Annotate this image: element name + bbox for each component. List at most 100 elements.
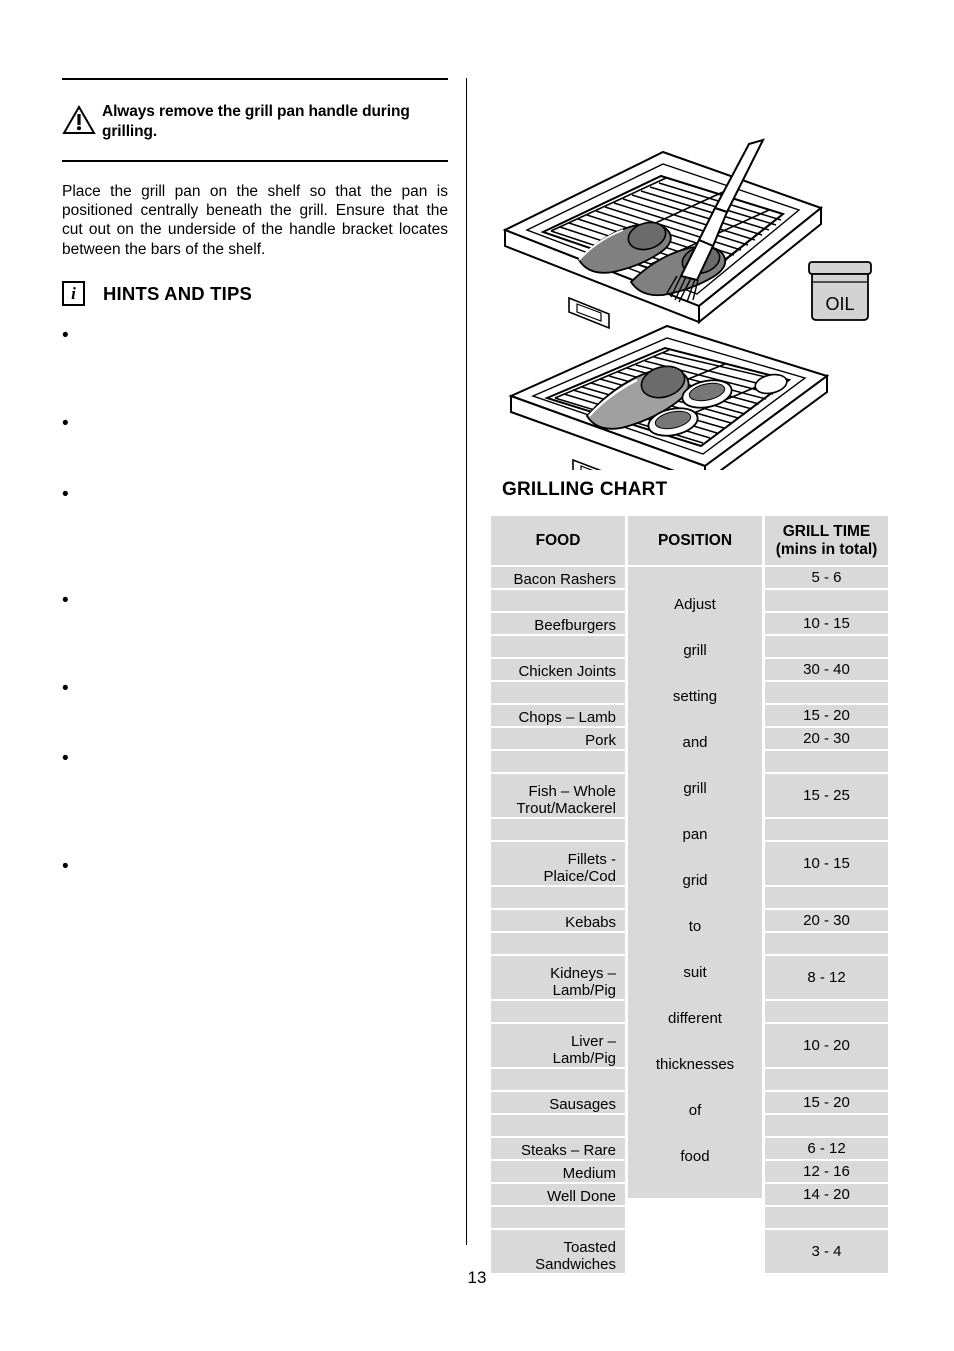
position-word: setting [672, 687, 718, 705]
list-item-label [88, 484, 448, 504]
table-row [491, 1069, 625, 1090]
position-instructions: Adjust grill setting and grill pan grid … [628, 567, 762, 1198]
grilling-chart-table: FOOD Bacon Rashers Beefburgers Chicken J… [491, 516, 888, 1273]
food-label: Beefburgers [534, 616, 616, 634]
food-label: Bacon Rashers [513, 570, 616, 588]
list-item: • [62, 748, 448, 768]
grill-pan-with-brush-and-oil: OIL [502, 138, 872, 330]
grill-time-header-line2: (mins in total) [775, 540, 878, 558]
position-word: thicknesses [655, 1056, 735, 1074]
list-item-label [88, 325, 448, 345]
position-word: food [680, 1148, 710, 1166]
bullet-icon: • [62, 590, 69, 611]
table-row [491, 1207, 625, 1228]
food-label: Pork [585, 731, 616, 749]
grill-time-cell: 10 - 20 [765, 1024, 888, 1067]
grill-time-cell: 15 - 20 [765, 705, 888, 726]
table-row: Liver – Lamb/Pig [491, 1024, 625, 1067]
intro-paragraph: Place the grill pan on the shelf so that… [62, 182, 448, 258]
food-label: Kebabs [565, 913, 616, 931]
bullet-icon: • [62, 484, 69, 505]
list-item-label [88, 413, 448, 433]
table-row: Kidneys – Lamb/Pig [491, 956, 625, 999]
table-row: Chops – Lamb [491, 705, 625, 726]
food-label: Liver – [570, 1032, 616, 1050]
grill-time-cell: 6 - 12 [765, 1138, 888, 1159]
list-item-label [88, 678, 448, 698]
grill-time-cell [765, 1115, 888, 1136]
list-item-label [88, 856, 448, 876]
food-label: Chops – Lamb [518, 708, 616, 726]
rule-below-warning [62, 159, 448, 162]
warning-triangle-icon [62, 102, 102, 140]
grill-time-cell [765, 1207, 888, 1228]
figures-area: OIL [491, 130, 891, 492]
grill-time-cell: 8 - 12 [765, 956, 888, 999]
grill-time-cell: 15 - 20 [765, 1092, 888, 1113]
food-label: Sausages [549, 1095, 616, 1113]
grill-time-cell: 10 - 15 [765, 842, 888, 885]
warning-text: Always remove the grill pan handle durin… [102, 103, 410, 140]
bullet-icon: • [62, 413, 69, 434]
list-item: • [62, 678, 448, 698]
table-row: Steaks – Rare [491, 1138, 625, 1159]
bullet-icon: • [62, 325, 69, 346]
table-row: Kebabs [491, 910, 625, 931]
table-column-food: FOOD Bacon Rashers Beefburgers Chicken J… [491, 516, 625, 1275]
warning-block: Always remove the grill pan handle durin… [62, 80, 448, 160]
column-header-grill-time: GRILL TIME (mins in total) [765, 516, 888, 565]
table-row: Well Done [491, 1184, 625, 1205]
position-word: and [682, 733, 708, 751]
list-item: • [62, 413, 448, 433]
position-word: grill [683, 779, 707, 797]
position-word: suit [683, 964, 707, 982]
position-word: grill [683, 641, 707, 659]
hints-and-tips-title: HINTS AND TIPS [103, 282, 253, 304]
table-row: Sausages [491, 1092, 625, 1113]
grill-time-cell: 14 - 20 [765, 1184, 888, 1205]
grill-time-header-line1: GRILL TIME [782, 522, 871, 540]
table-row: Beefburgers [491, 613, 625, 634]
food-label-line2: Lamb/Pig [552, 1049, 616, 1067]
food-label-line2: Trout/Mackerel [516, 799, 616, 817]
grill-time-cell [765, 1001, 888, 1022]
position-word: to [688, 917, 702, 935]
grill-time-cell [765, 751, 888, 772]
food-label: Chicken Joints [518, 662, 616, 680]
grill-time-cell: 10 - 15 [765, 613, 888, 634]
grill-time-cell: 20 - 30 [765, 910, 888, 931]
table-column-grill-time: GRILL TIME (mins in total) 5 - 6 10 - 15… [765, 516, 888, 1275]
food-label: Fish – Whole [528, 782, 616, 800]
table-row: Toasted Sandwiches [491, 1230, 625, 1273]
table-column-position: POSITION Adjust grill setting and grill … [628, 516, 762, 1198]
list-item-label [88, 748, 448, 768]
grill-time-cell [765, 636, 888, 657]
grill-time-cell [765, 590, 888, 611]
table-row: Pork [491, 728, 625, 749]
food-label-line2: Lamb/Pig [552, 981, 616, 999]
position-word: different [668, 1010, 722, 1028]
list-item: • [62, 325, 448, 345]
food-label: Kidneys – [550, 964, 616, 982]
table-row: Fish – Whole Trout/Mackerel [491, 774, 625, 817]
table-row [491, 682, 625, 703]
grill-time-cell [765, 933, 888, 954]
position-word: pan [682, 825, 708, 843]
table-row [491, 819, 625, 840]
food-label: Steaks – Rare [520, 1141, 616, 1159]
grill-time-cell: 3 - 4 [765, 1230, 888, 1273]
left-column: Always remove the grill pan handle durin… [62, 78, 448, 307]
food-label-line2: Plaice/Cod [543, 867, 616, 885]
list-item: • [62, 590, 448, 610]
food-label: Fillets - [567, 850, 616, 868]
food-label: Medium [562, 1164, 616, 1182]
svg-text:OIL: OIL [825, 294, 854, 314]
page-number: 13 [467, 1268, 487, 1287]
table-row [491, 933, 625, 954]
bullet-icon: • [62, 856, 69, 877]
bullet-icon: • [62, 678, 69, 699]
hints-and-tips-header: i HINTS AND TIPS [62, 281, 448, 307]
table-row [491, 636, 625, 657]
table-row [491, 887, 625, 908]
oil-jar: OIL [808, 261, 872, 321]
